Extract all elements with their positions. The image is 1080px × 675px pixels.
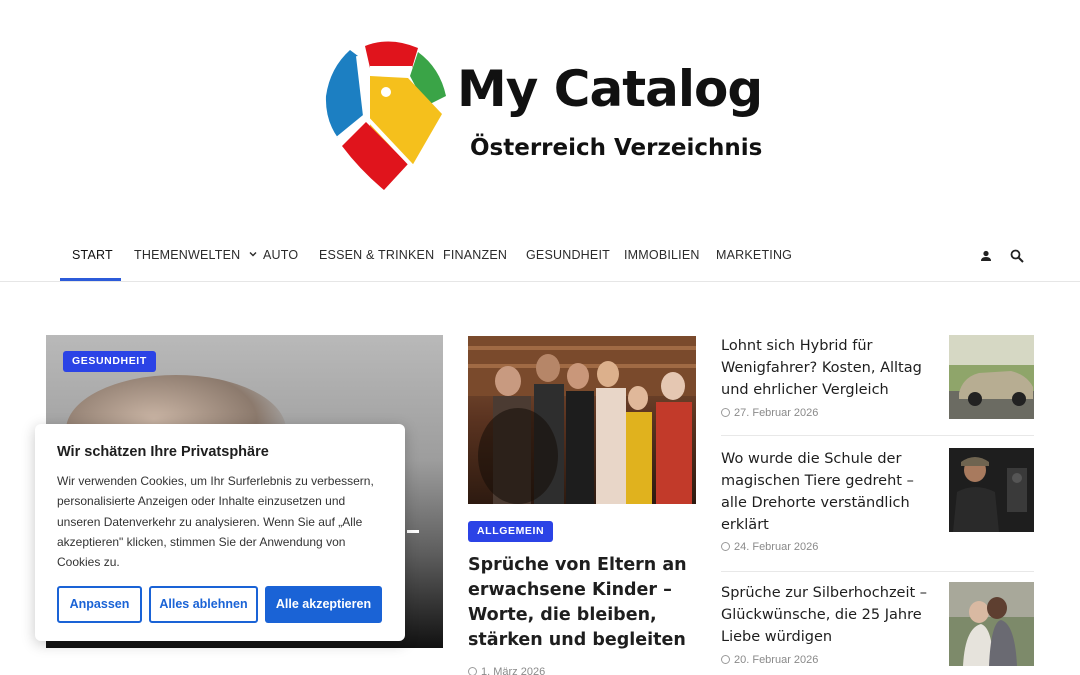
side-post: Wo wurde die Schule der magischen Tiere …	[721, 448, 1034, 572]
side-post-date: 24. Februar 2026	[721, 541, 818, 553]
featured-category-badge[interactable]: ALLGEMEIN	[468, 521, 554, 542]
side-post-date: 20. Februar 2026	[721, 654, 818, 666]
cookie-dialog-text: Wir verwenden Cookies, um Ihr Surferlebn…	[57, 474, 374, 570]
reject-all-button[interactable]: Alles ablehnen	[149, 586, 258, 623]
car-photo	[949, 335, 1034, 419]
logo-pin-icon	[325, 41, 446, 190]
side-post-thumbnail[interactable]	[949, 335, 1034, 419]
family-photo	[468, 336, 696, 504]
side-post-title[interactable]: Lohnt sich Hybrid für Wenigfahrer? Koste…	[721, 335, 931, 401]
clock-icon	[721, 655, 730, 664]
main-nav: START THEMENWELTEN AUTO ESSEN & TRINKEN …	[0, 230, 1080, 282]
nav-item-label: THEMENWELTEN	[134, 248, 241, 262]
clock-icon	[468, 667, 477, 675]
side-post-thumbnail[interactable]	[949, 448, 1034, 532]
clock-icon	[721, 408, 730, 417]
clock-icon	[721, 542, 730, 551]
side-post-title[interactable]: Wo wurde die Schule der magischen Tiere …	[721, 448, 931, 536]
accept-all-button[interactable]: Alle akzeptieren	[265, 586, 382, 623]
featured-post-date: 1. März 2026	[468, 666, 545, 675]
hero-category-badge[interactable]: GESUNDHEIT	[63, 351, 156, 372]
side-post: Lohnt sich Hybrid für Wenigfahrer? Koste…	[721, 335, 1034, 436]
nav-item-essen-trinken[interactable]: ESSEN & TRINKEN	[319, 248, 434, 262]
hero-decoration	[407, 530, 419, 533]
search-icon[interactable]	[1009, 248, 1025, 264]
site-title: My Catalog	[457, 60, 763, 118]
side-post-date-text: 20. Februar 2026	[734, 654, 819, 666]
side-post: Sprüche zur Silberhochzeit – Glückwünsch…	[721, 582, 1034, 672]
couple-photo	[949, 582, 1034, 666]
side-post-thumbnail[interactable]	[949, 582, 1034, 666]
nav-item-themenwelten[interactable]: THEMENWELTEN	[134, 248, 258, 262]
nav-item-gesundheit[interactable]: GESUNDHEIT	[526, 248, 610, 262]
side-post-date-text: 27. Februar 2026	[734, 407, 819, 419]
side-post-date-text: 24. Februar 2026	[734, 541, 819, 553]
film-set-photo	[949, 448, 1034, 532]
featured-post-title[interactable]: Sprüche von Eltern an erwachsene Kinder …	[468, 553, 698, 653]
nav-item-finanzen[interactable]: FINANZEN	[443, 248, 507, 262]
divider	[721, 435, 1034, 436]
divider	[721, 571, 1034, 572]
side-post-title[interactable]: Sprüche zur Silberhochzeit – Glückwünsch…	[721, 582, 931, 648]
cookie-dialog-title: Wir schätzen Ihre Privatsphäre	[57, 444, 269, 460]
nav-item-immobilien[interactable]: IMMOBILIEN	[624, 248, 700, 262]
chevron-down-icon	[249, 252, 257, 257]
cookie-consent-dialog: Wir schätzen Ihre Privatsphäre Wir verwe…	[35, 424, 405, 641]
site-logo[interactable]: My Catalog Österreich Verzeichnis	[320, 38, 763, 193]
site-subtitle: Österreich Verzeichnis	[470, 135, 763, 161]
user-icon[interactable]	[978, 248, 994, 264]
nav-item-start[interactable]: START	[72, 248, 113, 262]
side-post-date: 27. Februar 2026	[721, 407, 818, 419]
nav-item-marketing[interactable]: MARKETING	[716, 248, 792, 262]
nav-active-indicator	[60, 278, 121, 281]
nav-item-auto[interactable]: AUTO	[263, 248, 298, 262]
featured-post-image[interactable]	[468, 336, 696, 504]
customize-button[interactable]: Anpassen	[57, 586, 142, 623]
featured-date-text: 1. März 2026	[481, 666, 546, 675]
